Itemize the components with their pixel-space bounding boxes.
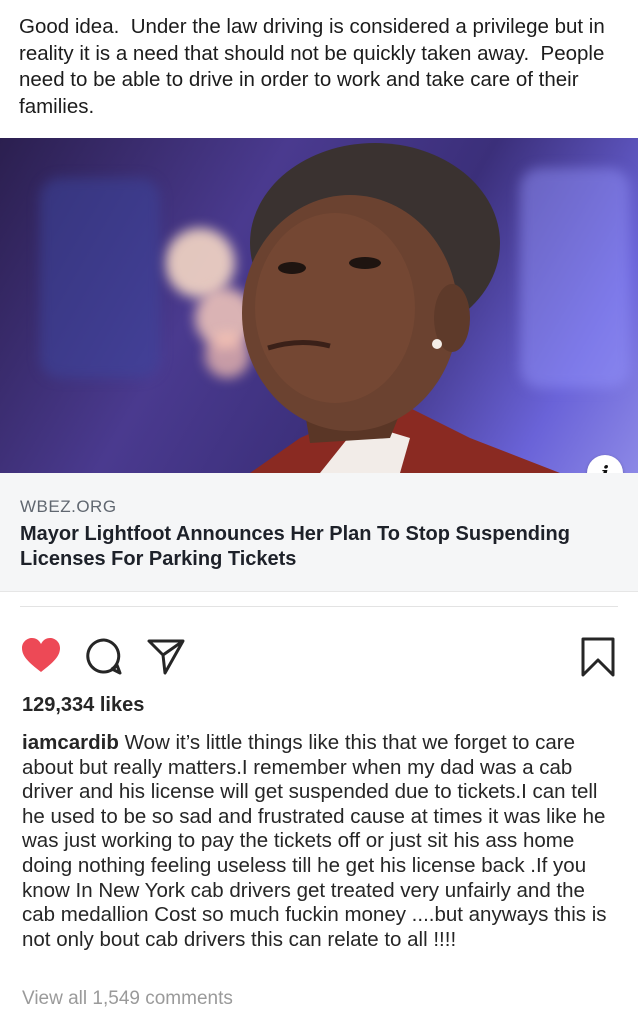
link-title[interactable]: Mayor Lightfoot Announces Her Plan To St… (20, 522, 625, 572)
heart-icon[interactable] (20, 636, 62, 676)
link-domain: WBEZ.ORG (20, 497, 117, 516)
bookmark-icon[interactable] (580, 636, 616, 678)
portrait-figure (242, 143, 560, 473)
comment-icon[interactable] (84, 636, 124, 676)
link-preview-card[interactable]: i WBEZ.ORG Mayor Lightfoot Announces Her… (0, 138, 638, 592)
link-preview-image[interactable]: i (0, 138, 638, 473)
caption-text: Wow it’s little things like this that we… (22, 731, 607, 951)
likes-count[interactable]: 129,334 likes (22, 694, 144, 717)
action-bar (0, 630, 638, 686)
share-icon[interactable] (146, 636, 186, 676)
divider (20, 606, 618, 607)
view-all-comments-link[interactable]: View all 1,549 comments (22, 988, 233, 1010)
caption: iamcardib Wow it’s little things like th… (22, 731, 622, 952)
post-text: Good idea. Under the law driving is cons… (19, 15, 611, 118)
caption-username[interactable]: iamcardib (22, 731, 119, 754)
